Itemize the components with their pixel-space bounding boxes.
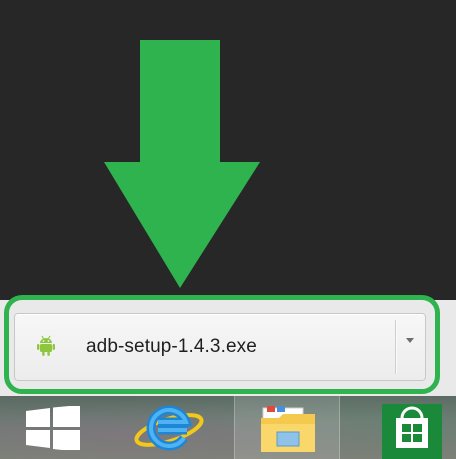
- android-icon: [37, 335, 55, 356]
- screen: adb-setup-1.4.3.exe: [0, 0, 456, 459]
- windows-logo-icon: [26, 406, 80, 450]
- annotation-arrow: [104, 40, 260, 288]
- store-bag-icon: [382, 404, 442, 459]
- file-explorer-button[interactable]: [234, 396, 340, 459]
- download-item-divider: [395, 320, 396, 374]
- download-item-open[interactable]: adb-setup-1.4.3.exe: [15, 314, 395, 380]
- internet-explorer-icon: [134, 405, 204, 451]
- windows-store-button[interactable]: [382, 396, 446, 459]
- folder-icon: [261, 406, 315, 452]
- download-item: adb-setup-1.4.3.exe: [14, 313, 426, 381]
- download-file-name: adb-setup-1.4.3.exe: [86, 336, 257, 357]
- chevron-down-icon: [406, 338, 414, 343]
- internet-explorer-button[interactable]: [126, 396, 212, 459]
- download-menu-button[interactable]: [397, 314, 424, 380]
- taskbar: [0, 396, 456, 459]
- windows-start-button[interactable]: [0, 396, 110, 459]
